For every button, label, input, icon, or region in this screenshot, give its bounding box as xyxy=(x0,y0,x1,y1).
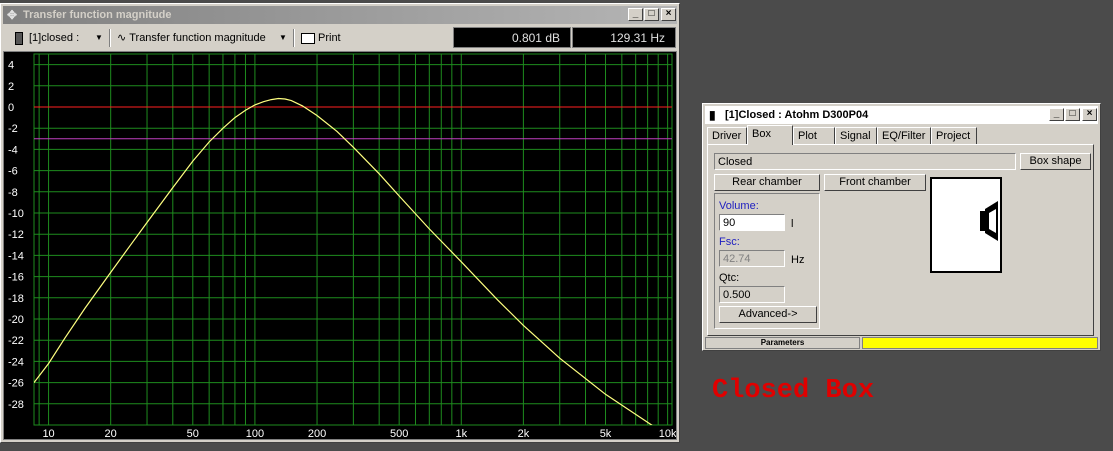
curve-dropdown[interactable]: ∿ Transfer function magnitude ▼ xyxy=(117,28,287,48)
tab-project[interactable]: Project xyxy=(931,127,977,144)
x-tick-label: 10 xyxy=(42,428,54,439)
minimize-button[interactable]: _ xyxy=(628,8,643,21)
volume-unit: l xyxy=(791,218,794,230)
curve-label: Transfer function magnitude xyxy=(129,32,266,44)
transfer-function-window: ✥ Transfer function magnitude _ □ × [1]c… xyxy=(0,3,680,443)
tab-plot[interactable]: Plot xyxy=(793,127,835,144)
box-preview xyxy=(930,177,1002,273)
x-tick-label: 50 xyxy=(187,428,199,439)
y-tick-label: -4 xyxy=(8,144,18,156)
move-icon: ✥ xyxy=(7,8,18,22)
toolbar-separator xyxy=(109,29,111,47)
advanced-button[interactable]: Advanced-> xyxy=(719,306,817,323)
hz-readout: 129.31 Hz xyxy=(572,27,676,48)
close-button[interactable]: × xyxy=(1082,108,1097,121)
maximize-button[interactable]: □ xyxy=(1065,108,1080,121)
fsc-unit: Hz xyxy=(791,254,805,266)
tab-box[interactable]: Box xyxy=(747,125,793,145)
print-button[interactable]: Print xyxy=(301,28,351,48)
tab-label: Signal xyxy=(840,130,871,142)
box-panel: Closed Box shape Rear chamber Front cham… xyxy=(707,144,1094,336)
box-type-field: Closed xyxy=(714,153,1016,170)
magnitude-chart: 420-2-4-6-8-10-12-14-16-18-20-22-24-26-2… xyxy=(8,53,676,439)
window-title: Transfer function magnitude xyxy=(23,9,172,21)
tab-label: Project xyxy=(936,130,971,142)
y-tick-label: -2 xyxy=(8,123,18,135)
close-button[interactable]: × xyxy=(661,8,676,21)
fsc-label: Fsc: xyxy=(719,236,740,248)
print-label: Print xyxy=(318,32,341,44)
tab-driver[interactable]: Driver xyxy=(707,127,747,144)
db-readout: 0.801 dB xyxy=(453,27,571,48)
tab-label: Box xyxy=(752,128,771,140)
maximize-button[interactable]: □ xyxy=(644,8,659,21)
y-tick-label: -22 xyxy=(8,335,24,347)
box-window-title: [1]Closed : Atohm D300P04 xyxy=(725,109,869,121)
y-tick-label: -24 xyxy=(8,356,24,368)
box-title-bar[interactable]: ▮ [1]Closed : Atohm D300P04 _ □ × xyxy=(705,106,1098,124)
speaker-icon xyxy=(15,31,23,45)
tab-label: Driver xyxy=(712,130,742,142)
volume-label: Volume: xyxy=(719,200,759,212)
y-tick-label: -8 xyxy=(8,187,18,199)
volume-input[interactable]: 90 xyxy=(719,214,785,231)
plot-area[interactable]: 4 2 0 -2 -4 -6 -8 -10 -12 -14 -16 -18 -20 -22 -24 -26 -2… xyxy=(3,51,677,440)
x-tick-label: 5k xyxy=(600,428,612,439)
y-tick-label: -10 xyxy=(8,208,24,220)
tab-label: Plot xyxy=(798,130,817,142)
y-tick-label: -6 xyxy=(8,166,18,178)
y-tick-label: -20 xyxy=(8,314,24,326)
x-tick-label: 100 xyxy=(246,428,264,439)
chevron-down-icon: ▼ xyxy=(279,33,287,42)
y-tick-label: -18 xyxy=(8,293,24,305)
x-tick-label: 2k xyxy=(518,428,530,439)
minimize-button[interactable]: _ xyxy=(1049,108,1064,121)
x-tick-label: 20 xyxy=(105,428,117,439)
y-tick-label: 4 xyxy=(8,60,14,72)
status-bar: Parameters xyxy=(705,337,1098,349)
y-tick-label: -26 xyxy=(8,378,24,390)
y-tick-label: -12 xyxy=(8,229,24,241)
parameters-group: Volume: 90 l Fsc: 42.74 Hz Qtc: 0.500 Ad… xyxy=(714,193,820,329)
config-dropdown[interactable]: [1]closed : ▼ xyxy=(15,28,105,48)
fsc-field: 42.74 xyxy=(719,250,785,267)
title-bar[interactable]: ✥ Transfer function magnitude _ □ × xyxy=(3,6,677,24)
qtc-field: 0.500 xyxy=(719,286,785,303)
chevron-down-icon: ▼ xyxy=(95,33,103,42)
y-tick-label: -14 xyxy=(8,250,24,262)
y-tick-label: -16 xyxy=(8,272,24,284)
box-window: ▮ [1]Closed : Atohm D300P04 _ □ × Driver… xyxy=(702,103,1101,351)
x-tick-label: 200 xyxy=(308,428,326,439)
front-chamber-button[interactable]: Front chamber xyxy=(824,174,926,191)
y-tick-label: -28 xyxy=(8,399,24,411)
status-label: Parameters xyxy=(705,337,860,349)
tab-eq-filter[interactable]: EQ/Filter xyxy=(877,127,931,144)
wave-icon: ∿ xyxy=(117,32,127,44)
qtc-label: Qtc: xyxy=(719,272,740,284)
app-icon: ▮ xyxy=(709,108,716,122)
toolbar: [1]closed : ▼ ∿ Transfer function magnitu… xyxy=(3,26,677,50)
config-label: [1]closed : xyxy=(29,32,80,44)
status-indicator xyxy=(862,337,1098,349)
rear-chamber-button[interactable]: Rear chamber xyxy=(714,174,820,191)
y-tick-label: 0 xyxy=(8,102,14,114)
printer-icon xyxy=(301,32,315,44)
speaker-driver-icon xyxy=(980,201,998,241)
x-tick-label: 10k xyxy=(659,428,676,439)
closed-box-caption: Closed Box xyxy=(712,376,875,406)
tab-label: EQ/Filter xyxy=(882,130,926,142)
x-tick-label: 1k xyxy=(455,428,467,439)
tab-signal[interactable]: Signal xyxy=(835,127,877,144)
x-tick-label: 500 xyxy=(390,428,408,439)
y-tick-label: 2 xyxy=(8,81,14,93)
toolbar-separator xyxy=(293,29,295,47)
box-shape-button[interactable]: Box shape xyxy=(1020,153,1091,170)
